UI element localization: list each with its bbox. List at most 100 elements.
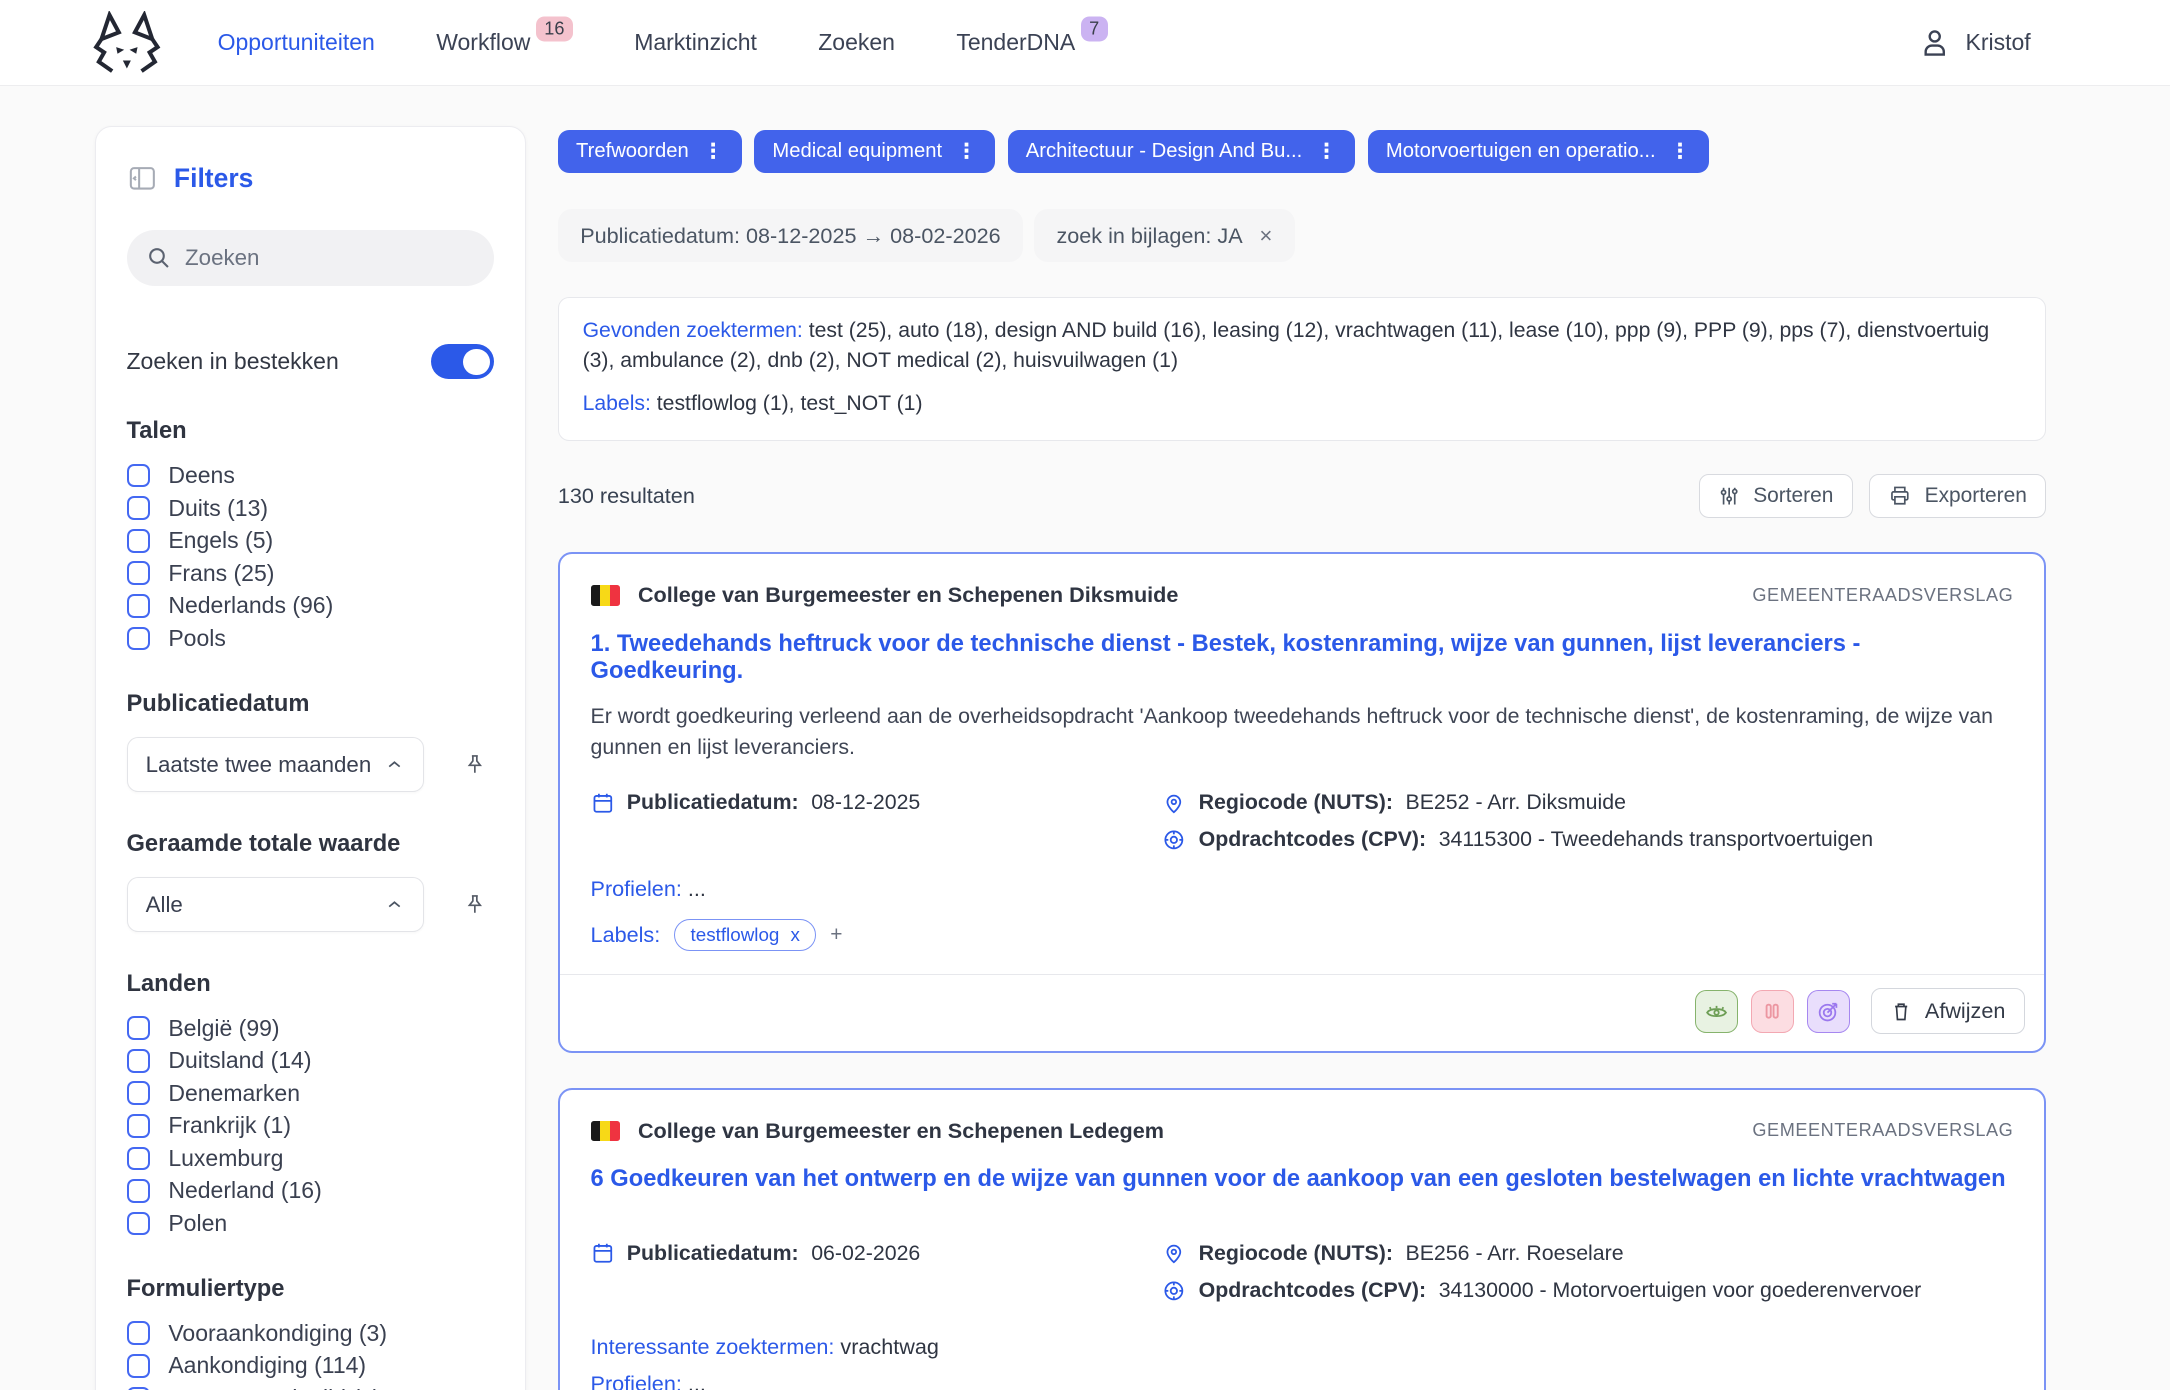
- wolf-logo-icon[interactable]: [92, 11, 162, 75]
- nav-item-tenderdna[interactable]: TenderDNA 7: [956, 29, 1107, 56]
- nav-label: Marktinzicht: [634, 29, 757, 56]
- landen-option-frankrijk: Frankrijk (1): [127, 1112, 495, 1139]
- nav-item-workflow[interactable]: Workflow 16: [436, 29, 573, 56]
- publicatiedatum-select[interactable]: Laatste twee maanden: [127, 737, 424, 791]
- talen-option-nederlands: Nederlands (96): [127, 592, 495, 619]
- user-menu[interactable]: Kristof: [1918, 26, 2031, 59]
- talen-option-frans: Frans (25): [127, 560, 495, 587]
- chevron-up-icon: [384, 894, 405, 915]
- checkbox[interactable]: [127, 627, 151, 651]
- checkbox[interactable]: [127, 1081, 151, 1105]
- active-filter-tags: Publicatiedatum: 08-12-2025 → 08-02-2026…: [558, 209, 2046, 262]
- option-label: Ontwerpwedstrijd (0): [168, 1385, 380, 1390]
- chip-trefwoorden[interactable]: Trefwoorden ⋮: [558, 130, 742, 173]
- tender-title-link[interactable]: 6 Goedkeuren van het ontwerp en de wijze…: [591, 1166, 2014, 1193]
- card-actions: Afwijzen: [560, 975, 2044, 1052]
- document-type-badge: GEMEENTERAADSVERSLAG: [1752, 585, 2013, 606]
- cpv-code-icon: [1162, 828, 1186, 852]
- meta-label: Opdrachtcodes (CPV):: [1199, 1278, 1427, 1303]
- chip-medical-equipment[interactable]: Medical equipment ⋮: [754, 130, 995, 173]
- formuliertype-option-aankondiging: Aankondiging (114): [127, 1352, 495, 1379]
- checkbox[interactable]: [127, 1114, 151, 1138]
- chevron-up-icon: [384, 754, 405, 775]
- card-header: College van Burgemeester en Schepenen Le…: [591, 1118, 2014, 1144]
- formuliertype-list: Vooraankondiging (3) Aankondiging (114) …: [127, 1320, 495, 1390]
- remove-label-icon[interactable]: x: [791, 924, 800, 946]
- checkbox[interactable]: [127, 1147, 151, 1171]
- filters-sidebar: Filters Zoeken in bestekken Talen Deens …: [95, 126, 526, 1390]
- waarde-select[interactable]: Alle: [127, 877, 424, 931]
- publicatiedatum-title: Publicatiedatum: [127, 691, 495, 718]
- checkbox[interactable]: [127, 1016, 151, 1040]
- zoektermen-value: vrachtwag: [840, 1334, 939, 1359]
- dart-target-icon: [1816, 999, 1841, 1024]
- nav-item-opportuniteiten[interactable]: Opportuniteiten: [218, 29, 375, 56]
- publicatiedatum-item: Publicatiedatum: 06-02-2026: [591, 1241, 1163, 1266]
- checkbox[interactable]: [127, 1212, 151, 1236]
- sliders-icon: [1718, 485, 1740, 507]
- zoektermen-label[interactable]: Interessante zoektermen:: [591, 1334, 835, 1359]
- checkbox[interactable]: [127, 594, 151, 618]
- meta-spacer: [591, 827, 1163, 852]
- kebab-menu-icon[interactable]: ⋮: [956, 139, 977, 164]
- zoektermen-label[interactable]: Gevonden zoektermen:: [583, 319, 803, 342]
- filters-header: Filters: [127, 163, 495, 194]
- profielen-label[interactable]: Profielen:: [591, 1371, 682, 1390]
- pin-waarde-filter-button[interactable]: [463, 893, 487, 917]
- kebab-menu-icon[interactable]: ⋮: [703, 139, 724, 164]
- labels-label[interactable]: Labels:: [591, 922, 661, 948]
- target-button[interactable]: [1807, 990, 1850, 1033]
- add-label-button[interactable]: +: [830, 923, 842, 947]
- bestekken-toggle[interactable]: [431, 344, 494, 379]
- reject-button[interactable]: Afwijzen: [1871, 988, 2025, 1034]
- kebab-menu-icon[interactable]: ⋮: [1316, 139, 1337, 164]
- close-icon[interactable]: ×: [1259, 223, 1272, 249]
- checkbox[interactable]: [127, 1049, 151, 1073]
- labels-label[interactable]: Labels:: [583, 392, 651, 415]
- meta-value: 34115300 - Tweedehands transportvoertuig…: [1439, 827, 1873, 852]
- checkbox[interactable]: [127, 464, 151, 488]
- kebab-menu-icon[interactable]: ⋮: [1670, 139, 1691, 164]
- option-label: Frans (25): [168, 560, 274, 587]
- chip-architectuur[interactable]: Architectuur - Design And Bu... ⋮: [1008, 130, 1356, 173]
- document-type-badge: GEMEENTERAADSVERSLAG: [1752, 1120, 2013, 1141]
- sort-button[interactable]: Sorteren: [1699, 474, 1852, 517]
- results-count: 130 resultaten: [558, 483, 695, 509]
- nav-item-marktinzicht[interactable]: Marktinzicht: [634, 29, 757, 56]
- checkbox[interactable]: [127, 1387, 151, 1390]
- collapse-panel-icon[interactable]: [127, 163, 158, 194]
- nav-label: TenderDNA: [956, 29, 1075, 56]
- export-button[interactable]: Exporteren: [1869, 474, 2046, 517]
- search-summary-box: Gevonden zoektermen: test (25), auto (18…: [558, 297, 2046, 441]
- labels-values: testflowlog (1), test_NOT (1): [657, 392, 923, 415]
- cpv-item: Opdrachtcodes (CPV): 34115300 - Tweedeha…: [1162, 827, 2013, 852]
- checkbox[interactable]: [127, 1179, 151, 1203]
- landen-option-luxemburg: Luxemburg: [127, 1145, 495, 1172]
- chip-label: Motorvoertuigen en operatio...: [1386, 140, 1656, 163]
- zoektermen-row: Gevonden zoektermen: test (25), auto (18…: [583, 316, 2022, 376]
- pin-date-filter-button[interactable]: [463, 753, 487, 777]
- checkbox[interactable]: [127, 561, 151, 585]
- meta-value: BE252 - Arr. Diksmuide: [1405, 790, 1625, 815]
- organisation-name: College van Burgemeester en Schepenen Le…: [638, 1118, 1164, 1144]
- hold-button[interactable]: [1751, 990, 1794, 1033]
- checkbox[interactable]: [127, 1321, 151, 1345]
- tender-meta: Publicatiedatum: 06-02-2026 Regiocode (N…: [591, 1241, 2014, 1304]
- meta-label: Publicatiedatum:: [627, 790, 799, 815]
- label-chip-testflowlog[interactable]: testflowlog x: [674, 919, 816, 951]
- option-label: Duitsland (14): [168, 1047, 311, 1074]
- landen-list: België (99) Duitsland (14) Denemarken Fr…: [127, 1015, 495, 1237]
- meta-value: BE256 - Arr. Roeselare: [1405, 1241, 1623, 1266]
- checkbox[interactable]: [127, 1354, 151, 1378]
- trash-icon: [1890, 1000, 1912, 1022]
- tender-card-diksmuide: College van Burgemeester en Schepenen Di…: [558, 552, 2046, 1053]
- checkbox[interactable]: [127, 529, 151, 553]
- chip-motorvoertuigen[interactable]: Motorvoertuigen en operatio... ⋮: [1368, 130, 1709, 173]
- watch-button[interactable]: [1695, 990, 1738, 1033]
- profielen-label[interactable]: Profielen:: [591, 876, 682, 901]
- meta-spacer: [591, 1278, 1163, 1303]
- tender-title-link[interactable]: 1. Tweedehands heftruck voor de technisc…: [591, 631, 2014, 685]
- nav-item-zoeken[interactable]: Zoeken: [818, 29, 895, 56]
- search-input[interactable]: [185, 245, 475, 271]
- checkbox[interactable]: [127, 496, 151, 520]
